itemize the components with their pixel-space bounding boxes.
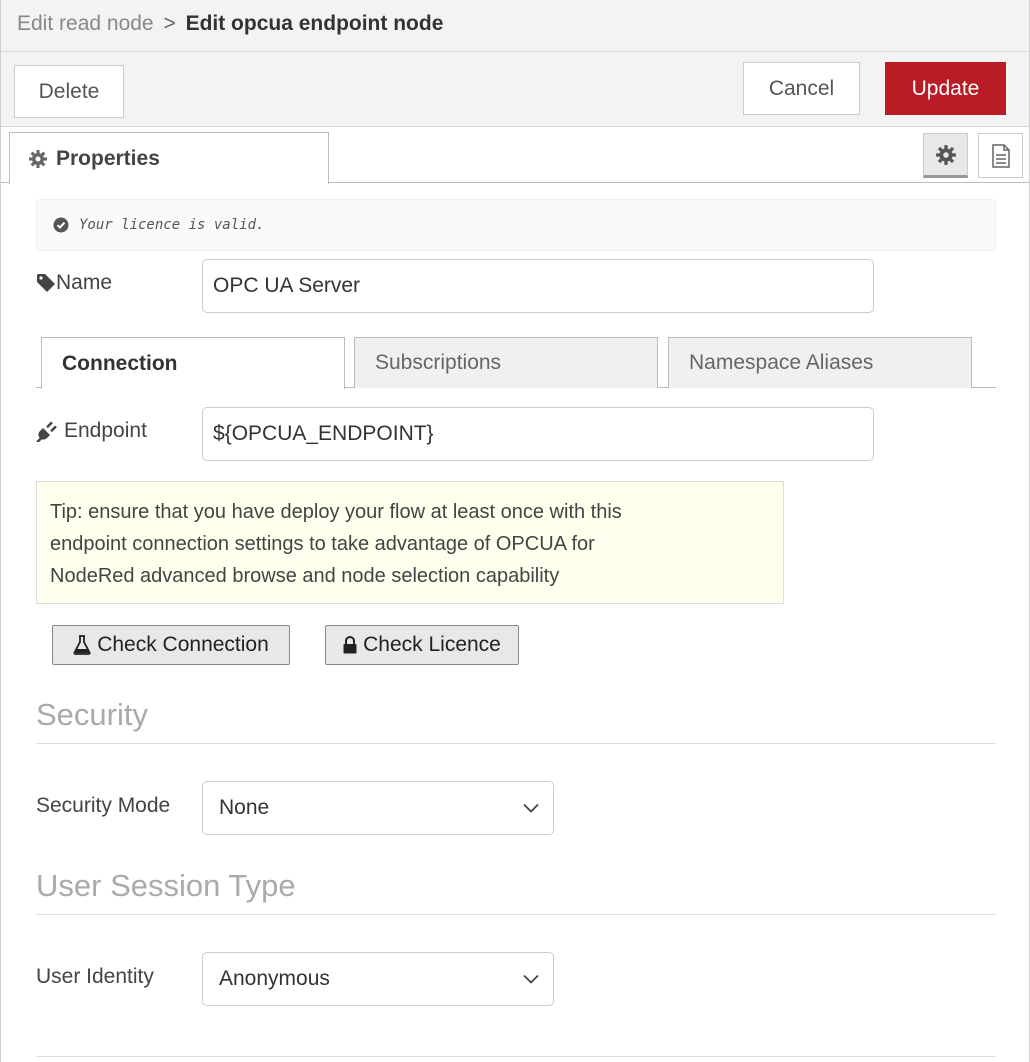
name-label-text: Name bbox=[56, 271, 113, 294]
breadcrumb: Edit read node > Edit opcua endpoint nod… bbox=[1, 0, 1029, 52]
name-input[interactable]: OPC UA Server bbox=[202, 259, 874, 313]
tip-line: Tip: ensure that you have deploy your fl… bbox=[50, 501, 622, 523]
breadcrumb-parent[interactable]: Edit read node bbox=[17, 12, 154, 35]
security-mode-label: Security Mode bbox=[36, 794, 170, 818]
update-button[interactable]: Update bbox=[885, 62, 1006, 115]
flask-icon bbox=[73, 635, 91, 655]
user-identity-label-text: User Identity bbox=[36, 965, 154, 988]
user-identity-select[interactable]: Anonymous bbox=[202, 952, 554, 1006]
security-mode-label-text: Security Mode bbox=[36, 794, 171, 817]
tab-namespace-aliases[interactable]: Namespace Aliases bbox=[668, 337, 972, 388]
cancel-button[interactable]: Cancel bbox=[743, 62, 860, 115]
check-circle-icon bbox=[53, 217, 69, 233]
tab-connection-label: Connection bbox=[62, 351, 178, 375]
tab-subscriptions-label: Subscriptions bbox=[375, 351, 502, 374]
breadcrumb-current: Edit opcua endpoint node bbox=[185, 12, 444, 35]
breadcrumb-separator: > bbox=[163, 12, 176, 35]
tab-properties[interactable]: Properties bbox=[9, 132, 329, 184]
user-identity-label: User Identity bbox=[36, 965, 154, 989]
endpoint-input-value: ${OPCUA_ENDPOINT} bbox=[213, 422, 434, 445]
document-icon bbox=[991, 143, 1011, 168]
security-mode-select[interactable]: None bbox=[202, 781, 554, 835]
tab-node-description[interactable] bbox=[978, 133, 1023, 178]
name-input-value: OPC UA Server bbox=[213, 274, 361, 297]
check-licence-button[interactable]: Check Licence bbox=[325, 625, 519, 665]
endpoint-label: Endpoint bbox=[36, 419, 147, 443]
chevron-down-icon bbox=[523, 974, 539, 984]
tab-namespace-aliases-label: Namespace Aliases bbox=[689, 351, 874, 374]
endpoint-input[interactable]: ${OPCUA_ENDPOINT} bbox=[202, 407, 874, 461]
user-session-section-title: User Session Type bbox=[36, 868, 996, 915]
delete-button[interactable]: Delete bbox=[14, 65, 124, 118]
check-connection-label: Check Connection bbox=[97, 633, 269, 656]
endpoint-label-text: Endpoint bbox=[64, 419, 147, 442]
tab-node-properties[interactable] bbox=[923, 133, 968, 178]
licence-status: Your licence is valid. bbox=[36, 199, 996, 251]
tray-tabbar: Properties bbox=[1, 127, 1029, 184]
plug-icon bbox=[36, 420, 58, 442]
tray-toolbar: Delete Cancel Update bbox=[1, 52, 1029, 127]
security-section-title: Security bbox=[36, 697, 996, 744]
connection-subtabs: Connection Subscriptions Namespace Alias… bbox=[36, 337, 996, 389]
tip-line: endpoint connection settings to take adv… bbox=[50, 533, 595, 555]
gear-icon bbox=[28, 149, 48, 169]
check-connection-button[interactable]: Check Connection bbox=[52, 625, 290, 665]
tip-box: Tip: ensure that you have deploy your fl… bbox=[36, 481, 784, 604]
tab-subscriptions[interactable]: Subscriptions bbox=[354, 337, 658, 388]
tab-connection[interactable]: Connection bbox=[41, 337, 345, 389]
user-identity-value: Anonymous bbox=[219, 967, 330, 990]
tip-line: NodeRed advanced browse and node selecti… bbox=[50, 565, 560, 587]
section-divider bbox=[36, 1056, 996, 1057]
check-licence-label: Check Licence bbox=[363, 633, 501, 656]
security-mode-value: None bbox=[219, 796, 270, 819]
properties-panel: Your licence is valid. Name OPC UA Serve… bbox=[1, 183, 1029, 1062]
gear-icon bbox=[935, 144, 957, 166]
lock-icon bbox=[343, 636, 357, 654]
tab-properties-label: Properties bbox=[56, 146, 160, 170]
edit-tray: Edit read node > Edit opcua endpoint nod… bbox=[0, 0, 1030, 1062]
tag-icon bbox=[36, 273, 56, 293]
licence-message: Your licence is valid. bbox=[79, 217, 265, 233]
chevron-down-icon bbox=[523, 803, 539, 813]
name-label: Name bbox=[36, 271, 112, 295]
